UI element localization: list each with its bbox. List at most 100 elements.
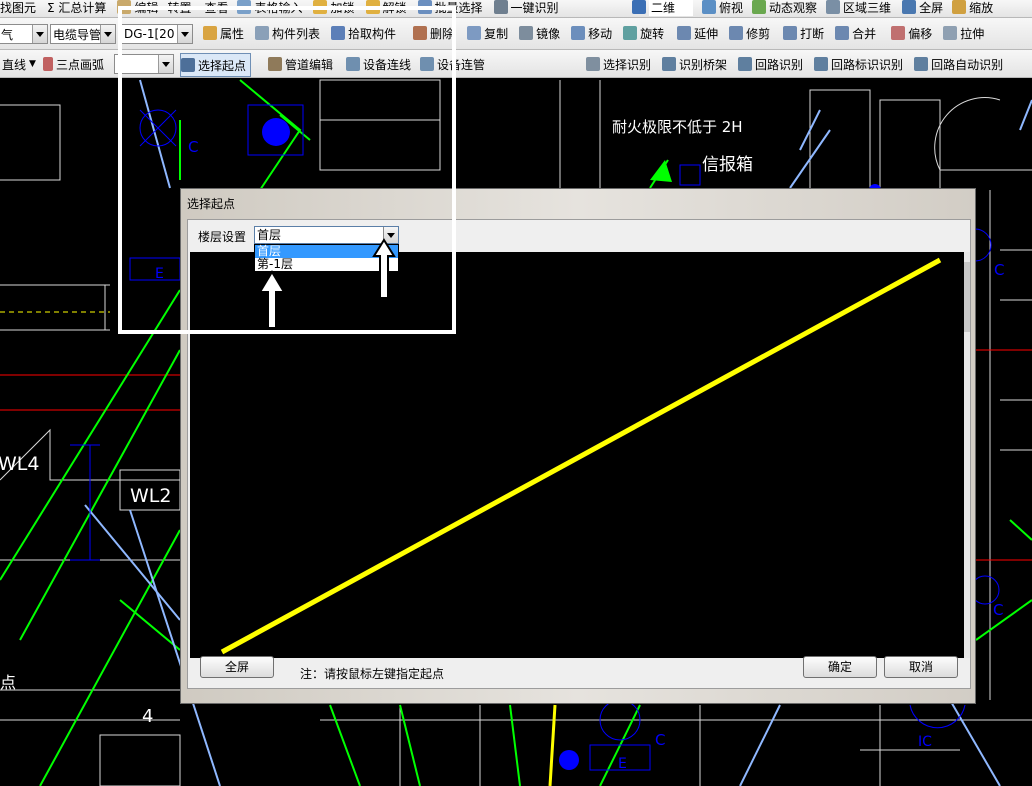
chevron-down-icon — [158, 55, 173, 73]
pipe-edit-button[interactable]: 管道编辑 — [285, 56, 333, 73]
circuit-recognize-icon — [738, 57, 753, 71]
fullscreen-toolbar-button[interactable]: 全屏 — [919, 0, 943, 16]
move-icon — [571, 26, 586, 40]
cad-box-text: 信报箱 — [702, 155, 753, 175]
sum-calc-button[interactable]: Σ 汇总计算 — [47, 0, 106, 16]
select-start-icon — [181, 58, 195, 72]
view-button[interactable]: 查看 — [204, 0, 228, 16]
2d-view-icon — [632, 0, 646, 14]
circuit-auto-recognize-button[interactable]: 回路自动识别 — [931, 56, 1003, 73]
copy-button[interactable]: 复制 — [484, 25, 508, 42]
fullscreen-button[interactable]: 全屏 — [200, 656, 274, 678]
dynamic-observe-icon — [752, 0, 767, 14]
cad-c-label-2: C — [655, 731, 665, 749]
device-pipe-icon — [420, 57, 435, 71]
rotate-button[interactable]: 旋转 — [640, 25, 664, 42]
select-recognize-button[interactable]: 选择识别 — [603, 56, 651, 73]
lock-button[interactable]: 加锁 — [330, 0, 354, 16]
arc-option-combo[interactable] — [114, 54, 174, 74]
instruction-note: 注：请按鼠标左键指定起点 — [300, 667, 445, 681]
merge-icon — [835, 26, 850, 40]
delete-icon — [413, 26, 428, 40]
pick-component-icon — [331, 26, 346, 40]
cad-wl4-text: WL4 — [0, 453, 39, 475]
top-view-button[interactable]: 俯视 — [719, 0, 743, 16]
cancel-button[interactable]: 取消 — [884, 656, 958, 678]
recognize-tray-button[interactable]: 识别桥架 — [679, 56, 727, 73]
2d-view-combo[interactable]: 二维 — [649, 0, 694, 16]
pick-component-button[interactable]: 拾取构件 — [348, 25, 396, 42]
annotation-up-arrow-icon-2 — [372, 238, 396, 299]
floor-setting-label: 楼层设置 — [198, 230, 247, 244]
start-point-preview[interactable] — [190, 252, 968, 658]
one-click-recognize-button[interactable]: 一键识别 — [511, 0, 559, 16]
property-button[interactable]: 属性 — [220, 25, 244, 42]
lock-icon — [313, 0, 328, 14]
annotation-up-arrow-icon — [258, 270, 286, 329]
delete-button[interactable]: 删除 — [430, 25, 454, 42]
device-connect-icon — [346, 57, 361, 71]
mirror-icon — [519, 26, 534, 40]
trim-button[interactable]: 修剪 — [746, 25, 770, 42]
draw-mode-dropdown[interactable]: 直线 — [2, 56, 26, 73]
stretch-button[interactable]: 拉伸 — [960, 25, 984, 42]
device-connect-pipe-button[interactable]: 设备连管 — [437, 56, 485, 73]
cad-number-text: 4 — [142, 706, 153, 727]
recognize-tray-icon — [662, 57, 677, 71]
batch-select-button[interactable]: 批量选择 — [435, 0, 483, 16]
select-start-toolbar-button[interactable]: 选择起点 — [180, 53, 252, 77]
cad-fire-text: 耐火极限不低于 2H — [612, 118, 743, 136]
mirror-button[interactable]: 镜像 — [536, 25, 560, 42]
edit-button[interactable]: 编辑 — [134, 0, 158, 16]
arc-mode-dropdown[interactable]: 三点画弧 — [56, 56, 104, 73]
dialog-title: 选择起点 — [187, 197, 236, 211]
property-icon — [203, 26, 217, 40]
transpose-button[interactable]: 转置 — [167, 0, 191, 16]
cad-c-label-3: C — [994, 261, 1004, 279]
pipe-edit-icon — [268, 57, 282, 71]
stretch-icon — [943, 26, 958, 40]
circuit-label-recognize-button[interactable]: 回路标识识别 — [831, 56, 903, 73]
cad-c-label-4: C — [993, 601, 1003, 619]
select-start-dialog: 选择起点 楼层设置 首层 首层 第-1层 全屏 注：请按鼠标左键指定起点 确定 … — [180, 188, 976, 704]
break-button[interactable]: 打断 — [800, 25, 824, 42]
one-click-recognize-icon — [493, 0, 508, 14]
cad-c-label: C — [188, 138, 198, 156]
arc-icon — [42, 57, 53, 71]
extend-button[interactable]: 延伸 — [694, 25, 718, 42]
floor-select-value: 首层 — [257, 228, 282, 242]
table-input-button[interactable]: 表格输入 — [254, 0, 302, 16]
zoom-button[interactable]: 缩放 — [969, 0, 993, 16]
circuit-label-icon — [814, 57, 829, 71]
unlock-button[interactable]: 解锁 — [383, 0, 407, 16]
preview-pipe-line[interactable] — [220, 257, 942, 655]
extend-icon — [677, 26, 692, 40]
dynamic-observe-button[interactable]: 动态观察 — [769, 0, 817, 16]
rotate-icon — [623, 26, 638, 40]
component-name-combo[interactable]: DG-1[20 — [121, 24, 193, 44]
component-name-value: DG-1[20 — [124, 27, 175, 41]
draw-toolbar: 直线 ▼ 三点画弧 选择起点 管道编辑 设备连线 设备连管 选择识别 识别桥架 … — [0, 50, 1032, 78]
component-list-button[interactable]: 构件列表 — [272, 25, 320, 42]
vertical-scrollbar[interactable] — [964, 252, 970, 658]
offset-button[interactable]: 偏移 — [908, 25, 932, 42]
copy-icon — [467, 26, 482, 40]
merge-button[interactable]: 合并 — [852, 25, 876, 42]
dialog-content: 楼层设置 首层 首层 第-1层 全屏 注：请按鼠标左键指定起点 确定 取消 — [187, 219, 971, 689]
find-element-button[interactable]: 找图元 — [0, 0, 36, 16]
edit-toolbar: 气 电缆导管 DG-1[20 属性 构件列表 拾取构件 删除 复制 镜像 移动 … — [0, 18, 1032, 50]
layer-type-combo[interactable]: 气 — [0, 24, 48, 44]
area-3d-icon — [826, 0, 841, 14]
component-type-combo[interactable]: 电缆导管 — [50, 24, 116, 44]
scrollbar-thumb[interactable] — [964, 262, 970, 332]
fullscreen-icon — [902, 0, 917, 14]
circuit-recognize-button[interactable]: 回路识别 — [755, 56, 803, 73]
ok-button[interactable]: 确定 — [803, 656, 877, 678]
cad-ic-label: IC — [918, 734, 932, 750]
cad-e-label-2: E — [618, 756, 627, 772]
area-3d-button[interactable]: 区域三维 — [843, 0, 891, 16]
cad-dian-text: 点 — [0, 673, 16, 692]
break-icon — [783, 26, 798, 40]
move-button[interactable]: 移动 — [588, 25, 612, 42]
device-connect-line-button[interactable]: 设备连线 — [363, 56, 411, 73]
